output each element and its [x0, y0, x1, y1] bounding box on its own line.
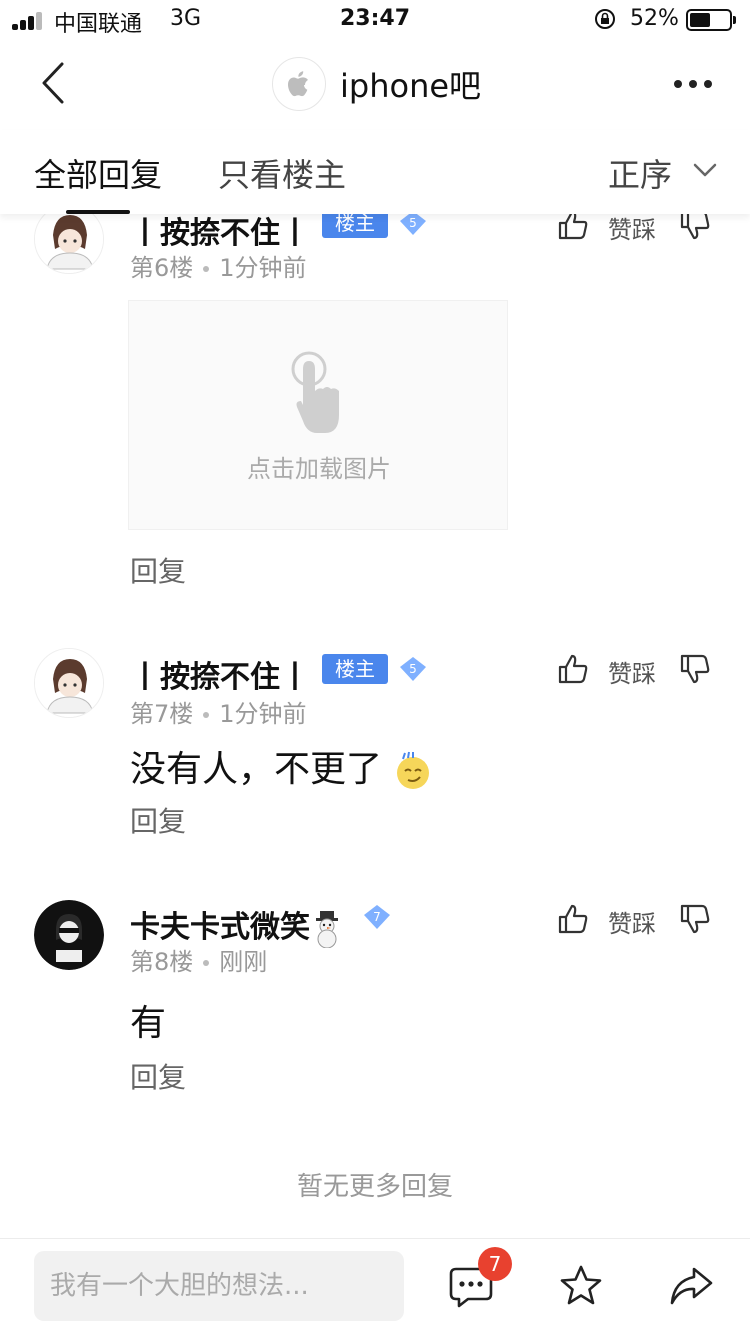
tab-all-replies[interactable]: 全部回复	[34, 150, 162, 196]
post-floor-7: 丨按捺不住丨 楼主 5 第7楼 1分钟前 赞踩 没有人，不更了 回复	[0, 648, 750, 848]
thumbs-up-icon[interactable]	[556, 902, 590, 936]
anime-avatar-icon	[35, 649, 103, 717]
load-image-label: 点击加载图片	[247, 455, 391, 483]
floor-number: 第7楼	[130, 700, 194, 728]
level-diamond-icon: 5	[400, 657, 426, 681]
post-time: 1分钟前	[219, 700, 307, 728]
level-number: 5	[409, 662, 417, 676]
bottom-bar: 7	[0, 1238, 750, 1334]
snowman-emoji-icon	[316, 910, 338, 948]
forum-name: iphone吧	[340, 67, 482, 105]
status-bar: 中国联通 3G 23:47 52%	[0, 0, 750, 40]
apple-logo-icon	[288, 71, 308, 97]
more-icon[interactable]	[668, 66, 718, 100]
post-meta: 第7楼 1分钟前	[130, 694, 307, 729]
owner-badge: 楼主	[322, 654, 388, 684]
username[interactable]: 卡夫卡式微笑	[130, 902, 344, 948]
image-placeholder[interactable]: 点击加载图片	[128, 300, 508, 530]
username[interactable]: 丨按捺不住丨	[130, 208, 310, 252]
forum-title[interactable]: iphone吧	[272, 56, 481, 112]
star-icon[interactable]	[558, 1263, 604, 1309]
post-content: 有	[130, 1003, 167, 1044]
reply-button[interactable]: 回复	[130, 800, 186, 840]
battery-percent: 52%	[630, 6, 679, 31]
post-text: 没有人，不更了	[130, 749, 383, 790]
forum-avatar	[272, 57, 326, 111]
back-icon[interactable]	[32, 58, 76, 108]
floor-number: 第6楼	[130, 254, 194, 282]
rotation-lock-icon	[595, 9, 615, 29]
level-diamond-icon: 7	[364, 905, 390, 929]
thumbs-down-icon[interactable]	[678, 902, 712, 936]
post-floor-6: 丨按捺不住丨 楼主 5 第6楼 1分钟前 赞踩 点击加载图片 回复	[0, 200, 750, 610]
floor-number: 第8楼	[130, 948, 194, 976]
avatar[interactable]	[34, 900, 104, 970]
level-number: 7	[373, 910, 381, 924]
smirk-emoji-icon	[397, 751, 430, 789]
thumbs-down-icon[interactable]	[678, 652, 712, 686]
username[interactable]: 丨按捺不住丨	[130, 652, 310, 696]
like-dislike-label: 赞踩	[608, 910, 656, 938]
post-content: 没有人，不更了	[130, 740, 433, 792]
reply-input[interactable]	[34, 1251, 404, 1321]
nav-bar: iphone吧	[0, 40, 750, 130]
like-dislike-label: 赞踩	[608, 216, 656, 244]
username-text: 卡夫卡式微笑	[130, 910, 310, 945]
no-more-replies: 暂无更多回复	[296, 1172, 453, 1202]
reply-button[interactable]: 回复	[130, 550, 186, 590]
post-floor-8: 卡夫卡式微笑 7 第8楼 刚刚 赞踩 有 回复	[0, 898, 750, 1098]
reply-tabs: 全部回复 只看楼主 正序	[0, 130, 750, 214]
chevron-down-icon[interactable]	[690, 158, 720, 182]
comment-count-badge: 7	[478, 1247, 512, 1281]
level-number: 5	[409, 216, 417, 230]
like-dislike-label: 赞踩	[608, 660, 656, 688]
share-icon[interactable]	[668, 1263, 714, 1309]
thumbs-up-icon[interactable]	[556, 652, 590, 686]
sort-order[interactable]: 正序	[608, 150, 672, 196]
dark-avatar-icon	[34, 900, 104, 970]
avatar[interactable]	[34, 648, 104, 718]
post-time: 刚刚	[219, 948, 268, 976]
battery-icon	[686, 9, 736, 31]
active-tab-indicator	[66, 210, 130, 214]
post-meta: 第8楼 刚刚	[130, 942, 267, 977]
anime-avatar-icon	[35, 205, 103, 273]
post-time: 1分钟前	[219, 254, 307, 282]
tap-hand-icon	[291, 351, 339, 433]
reply-button[interactable]: 回复	[130, 1056, 186, 1096]
avatar[interactable]	[34, 204, 104, 274]
post-meta: 第6楼 1分钟前	[130, 248, 307, 283]
tab-owner-only[interactable]: 只看楼主	[218, 150, 346, 196]
